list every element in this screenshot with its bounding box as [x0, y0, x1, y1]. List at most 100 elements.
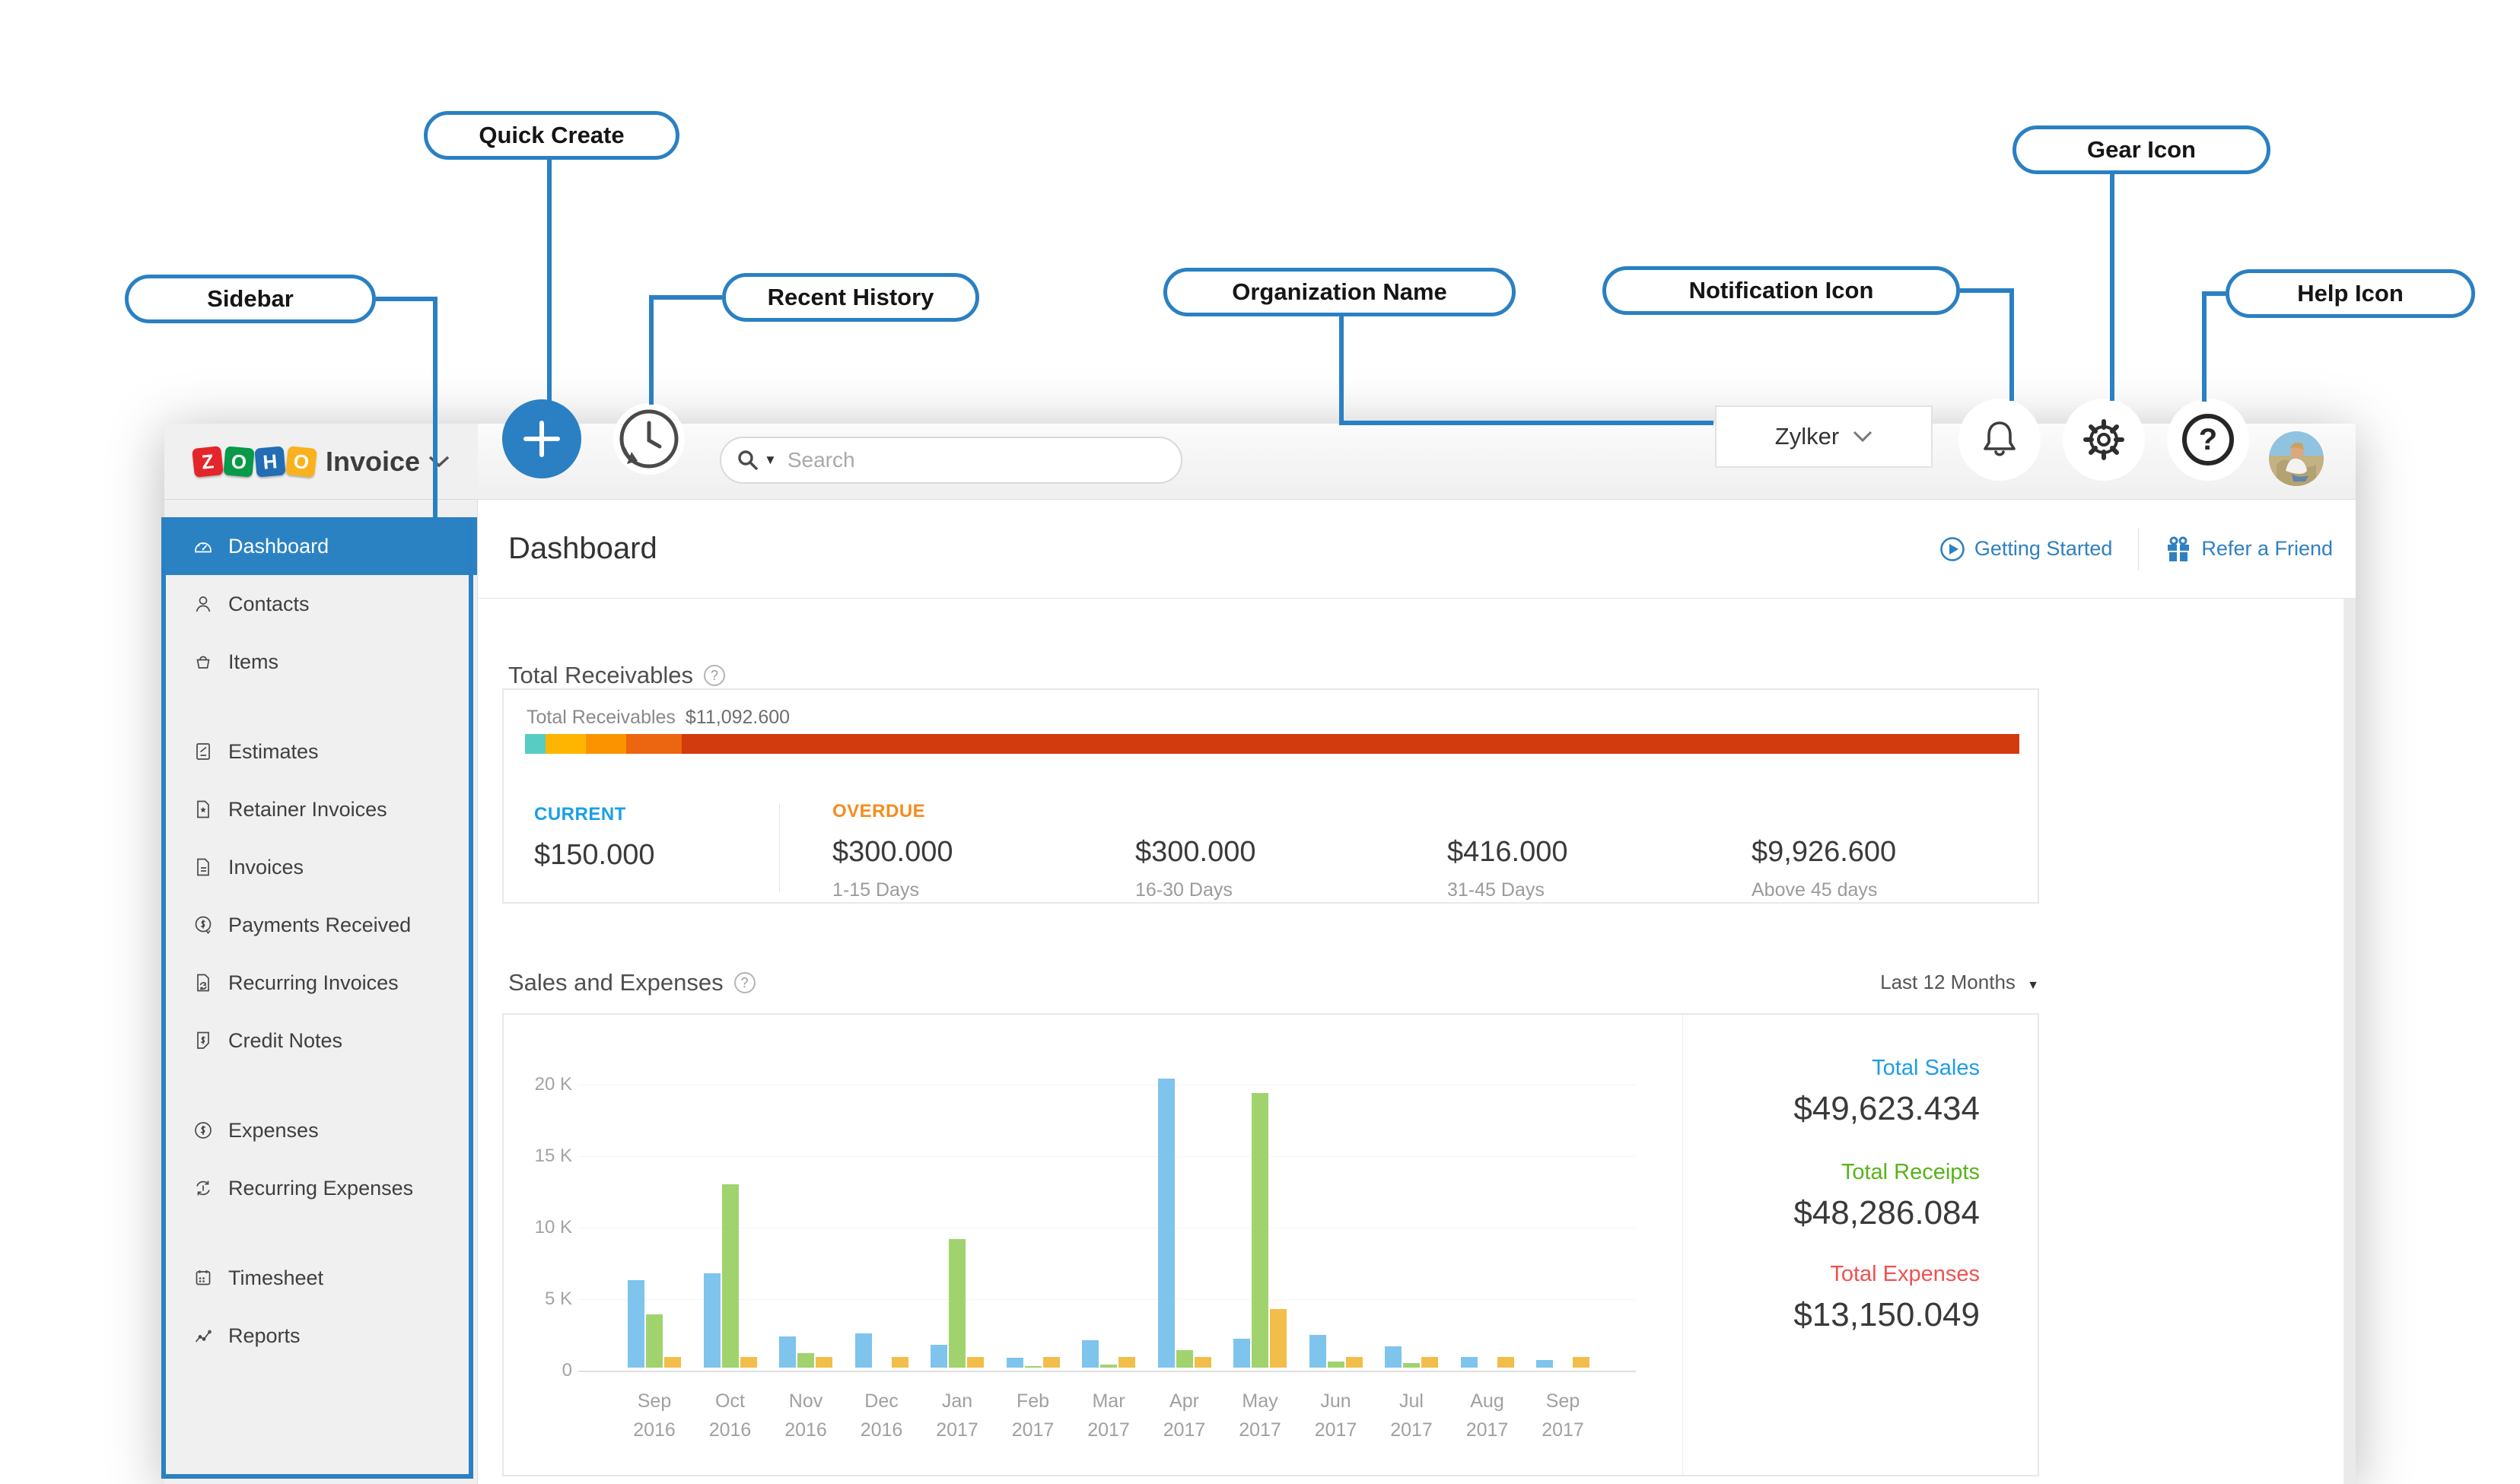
bar-group-may-2017: [1233, 1093, 1287, 1368]
receipts-bar: [1100, 1365, 1117, 1368]
sidebar-item-items[interactable]: Items: [164, 633, 477, 691]
help-tooltip-icon[interactable]: ?: [733, 972, 756, 993]
page-header: Dashboard Getting Started Refer a Friend: [478, 500, 2356, 599]
avatar-photo: [2269, 431, 2324, 486]
sidebar-item-label: Reports: [228, 1324, 301, 1347]
expenses-bar: [1194, 1357, 1211, 1368]
sales-expenses-heading: Sales and Expenses ?: [508, 969, 756, 996]
scrollbar[interactable]: [2343, 599, 2356, 1484]
expenses-bar: [1345, 1357, 1363, 1368]
clock-history-icon: [619, 409, 679, 469]
search-scope-caret[interactable]: ▼: [764, 453, 777, 468]
x-axis-year: 2016: [784, 1419, 827, 1441]
plus-icon: [523, 421, 560, 457]
bar-group-jan-2017: [931, 1239, 984, 1368]
x-axis-year: 2017: [1314, 1419, 1357, 1441]
organization-selector[interactable]: Zylker: [1715, 405, 1933, 468]
logo-letter-box: Z: [192, 445, 224, 478]
sidebar-item-payments-received[interactable]: Payments Received: [164, 896, 477, 954]
sidebar-item-reports[interactable]: Reports: [164, 1307, 477, 1365]
chevron-down-icon[interactable]: [428, 455, 450, 469]
receivables-segment-overdue-31-45: [625, 734, 682, 754]
getting-started-label: Getting Started: [1974, 537, 2113, 560]
expenses-bar: [1042, 1357, 1060, 1368]
invoices-icon: [197, 858, 209, 876]
sidebar-item-retainer-invoices[interactable]: Retainer Invoices: [164, 780, 477, 838]
logo-row[interactable]: ZOHO Invoice: [164, 424, 478, 500]
notification-button[interactable]: [1958, 399, 2041, 481]
sidebar-item-dashboard[interactable]: Dashboard: [164, 517, 477, 575]
receipts-bar: [1327, 1362, 1344, 1368]
bar-group-sep-2017: [1536, 1357, 1589, 1368]
sidebar-item-credit-notes[interactable]: Credit Notes: [164, 1012, 477, 1069]
aging-period: 31-45 Days: [1447, 879, 1545, 901]
receivables-stacked-bar: [525, 734, 2019, 754]
gift-icon: [2168, 536, 2190, 561]
gridline: [578, 1156, 1636, 1157]
page-title: Dashboard: [508, 532, 657, 565]
expenses-bar: [1497, 1357, 1514, 1368]
timesheet-icon: [196, 1270, 211, 1285]
bar-group-mar-2017: [1082, 1340, 1135, 1368]
x-axis-year: 2016: [708, 1419, 752, 1441]
receipts-bar: [721, 1184, 739, 1368]
y-axis-tick: 20 K: [534, 1074, 572, 1095]
items-icon: [196, 656, 210, 669]
expenses-bar: [1270, 1309, 1287, 1368]
bar-group-nov-2016: [779, 1336, 832, 1368]
sidebar-item-invoices[interactable]: Invoices: [164, 838, 477, 896]
x-axis-month: Oct: [715, 1390, 745, 1412]
total-receipts-value: $48,286.084: [1793, 1194, 1980, 1231]
sidebar-item-timesheet[interactable]: Timesheet: [164, 1249, 477, 1307]
total-receivables-card: Total Receivables $11,092.600 CURRENT $1…: [502, 688, 2039, 904]
x-axis-month: Nov: [788, 1390, 823, 1412]
reports-icon: [195, 1330, 212, 1343]
callout-recent-history: Recent History: [722, 273, 979, 322]
sidebar-item-label: Items: [228, 650, 279, 673]
sales-bar: [628, 1280, 644, 1368]
aging-amount: $300.000: [832, 836, 953, 868]
help-tooltip-icon[interactable]: ?: [703, 665, 725, 686]
refer-a-friend-label: Refer a Friend: [2201, 537, 2333, 560]
date-range-dropdown[interactable]: Last 12 Months ▼: [1811, 971, 2039, 994]
x-axis-month: Jul: [1399, 1390, 1424, 1412]
help-button[interactable]: ?: [2167, 399, 2249, 481]
x-axis-year: 2017: [1163, 1419, 1206, 1441]
sidebar-item-recurring-invoices[interactable]: Recurring Invoices: [164, 954, 477, 1012]
search-box[interactable]: ▼: [720, 437, 1182, 484]
receipts-bar: [646, 1314, 663, 1368]
sidebar-item-expenses[interactable]: Expenses: [164, 1101, 477, 1159]
aging-period: Above 45 days: [1752, 879, 1878, 901]
card-divider: [779, 804, 780, 892]
x-axis-year: 2017: [1239, 1419, 1281, 1441]
refer-a-friend-link[interactable]: Refer a Friend: [2165, 535, 2333, 563]
x-axis-year: 2017: [1542, 1419, 1584, 1441]
x-axis-year: 2017: [1087, 1419, 1130, 1441]
logo-letter-box: O: [223, 445, 255, 478]
sidebar-item-estimates[interactable]: Estimates: [164, 723, 477, 780]
expenses-bar: [1118, 1357, 1135, 1368]
sidebar-item-contacts[interactable]: Contacts: [164, 575, 477, 633]
credit_notes-icon: [197, 1031, 209, 1049]
search-input[interactable]: [787, 448, 1115, 472]
recurring_exp-icon: [196, 1181, 210, 1196]
x-axis-year: 2016: [633, 1419, 676, 1441]
quick-create-button[interactable]: [502, 399, 581, 478]
sidebar-item-recurring-expenses[interactable]: Recurring Expenses: [164, 1159, 477, 1217]
x-axis-year: 2017: [1011, 1419, 1055, 1441]
total-receipts-label: Total Receipts: [1841, 1160, 1980, 1184]
expenses-bar: [891, 1357, 908, 1368]
recent-history-button[interactable]: [613, 403, 685, 475]
x-axis-month: Aug: [1470, 1390, 1504, 1412]
avatar[interactable]: [2269, 431, 2324, 486]
total-sales-label: Total Sales: [1872, 1056, 1980, 1080]
product-name: Invoice: [326, 445, 421, 477]
search-icon[interactable]: [737, 449, 759, 472]
getting-started-link[interactable]: Getting Started: [1939, 536, 2113, 562]
expenses-bar: [740, 1357, 757, 1368]
bar-group-dec-2016: [854, 1333, 908, 1368]
x-axis-month: May: [1242, 1390, 1278, 1412]
aging-column: $9,926.600 Above 45 days: [1752, 836, 2041, 901]
callout-notification-icon: Notification Icon: [1602, 266, 1960, 315]
settings-button[interactable]: [2063, 399, 2145, 481]
